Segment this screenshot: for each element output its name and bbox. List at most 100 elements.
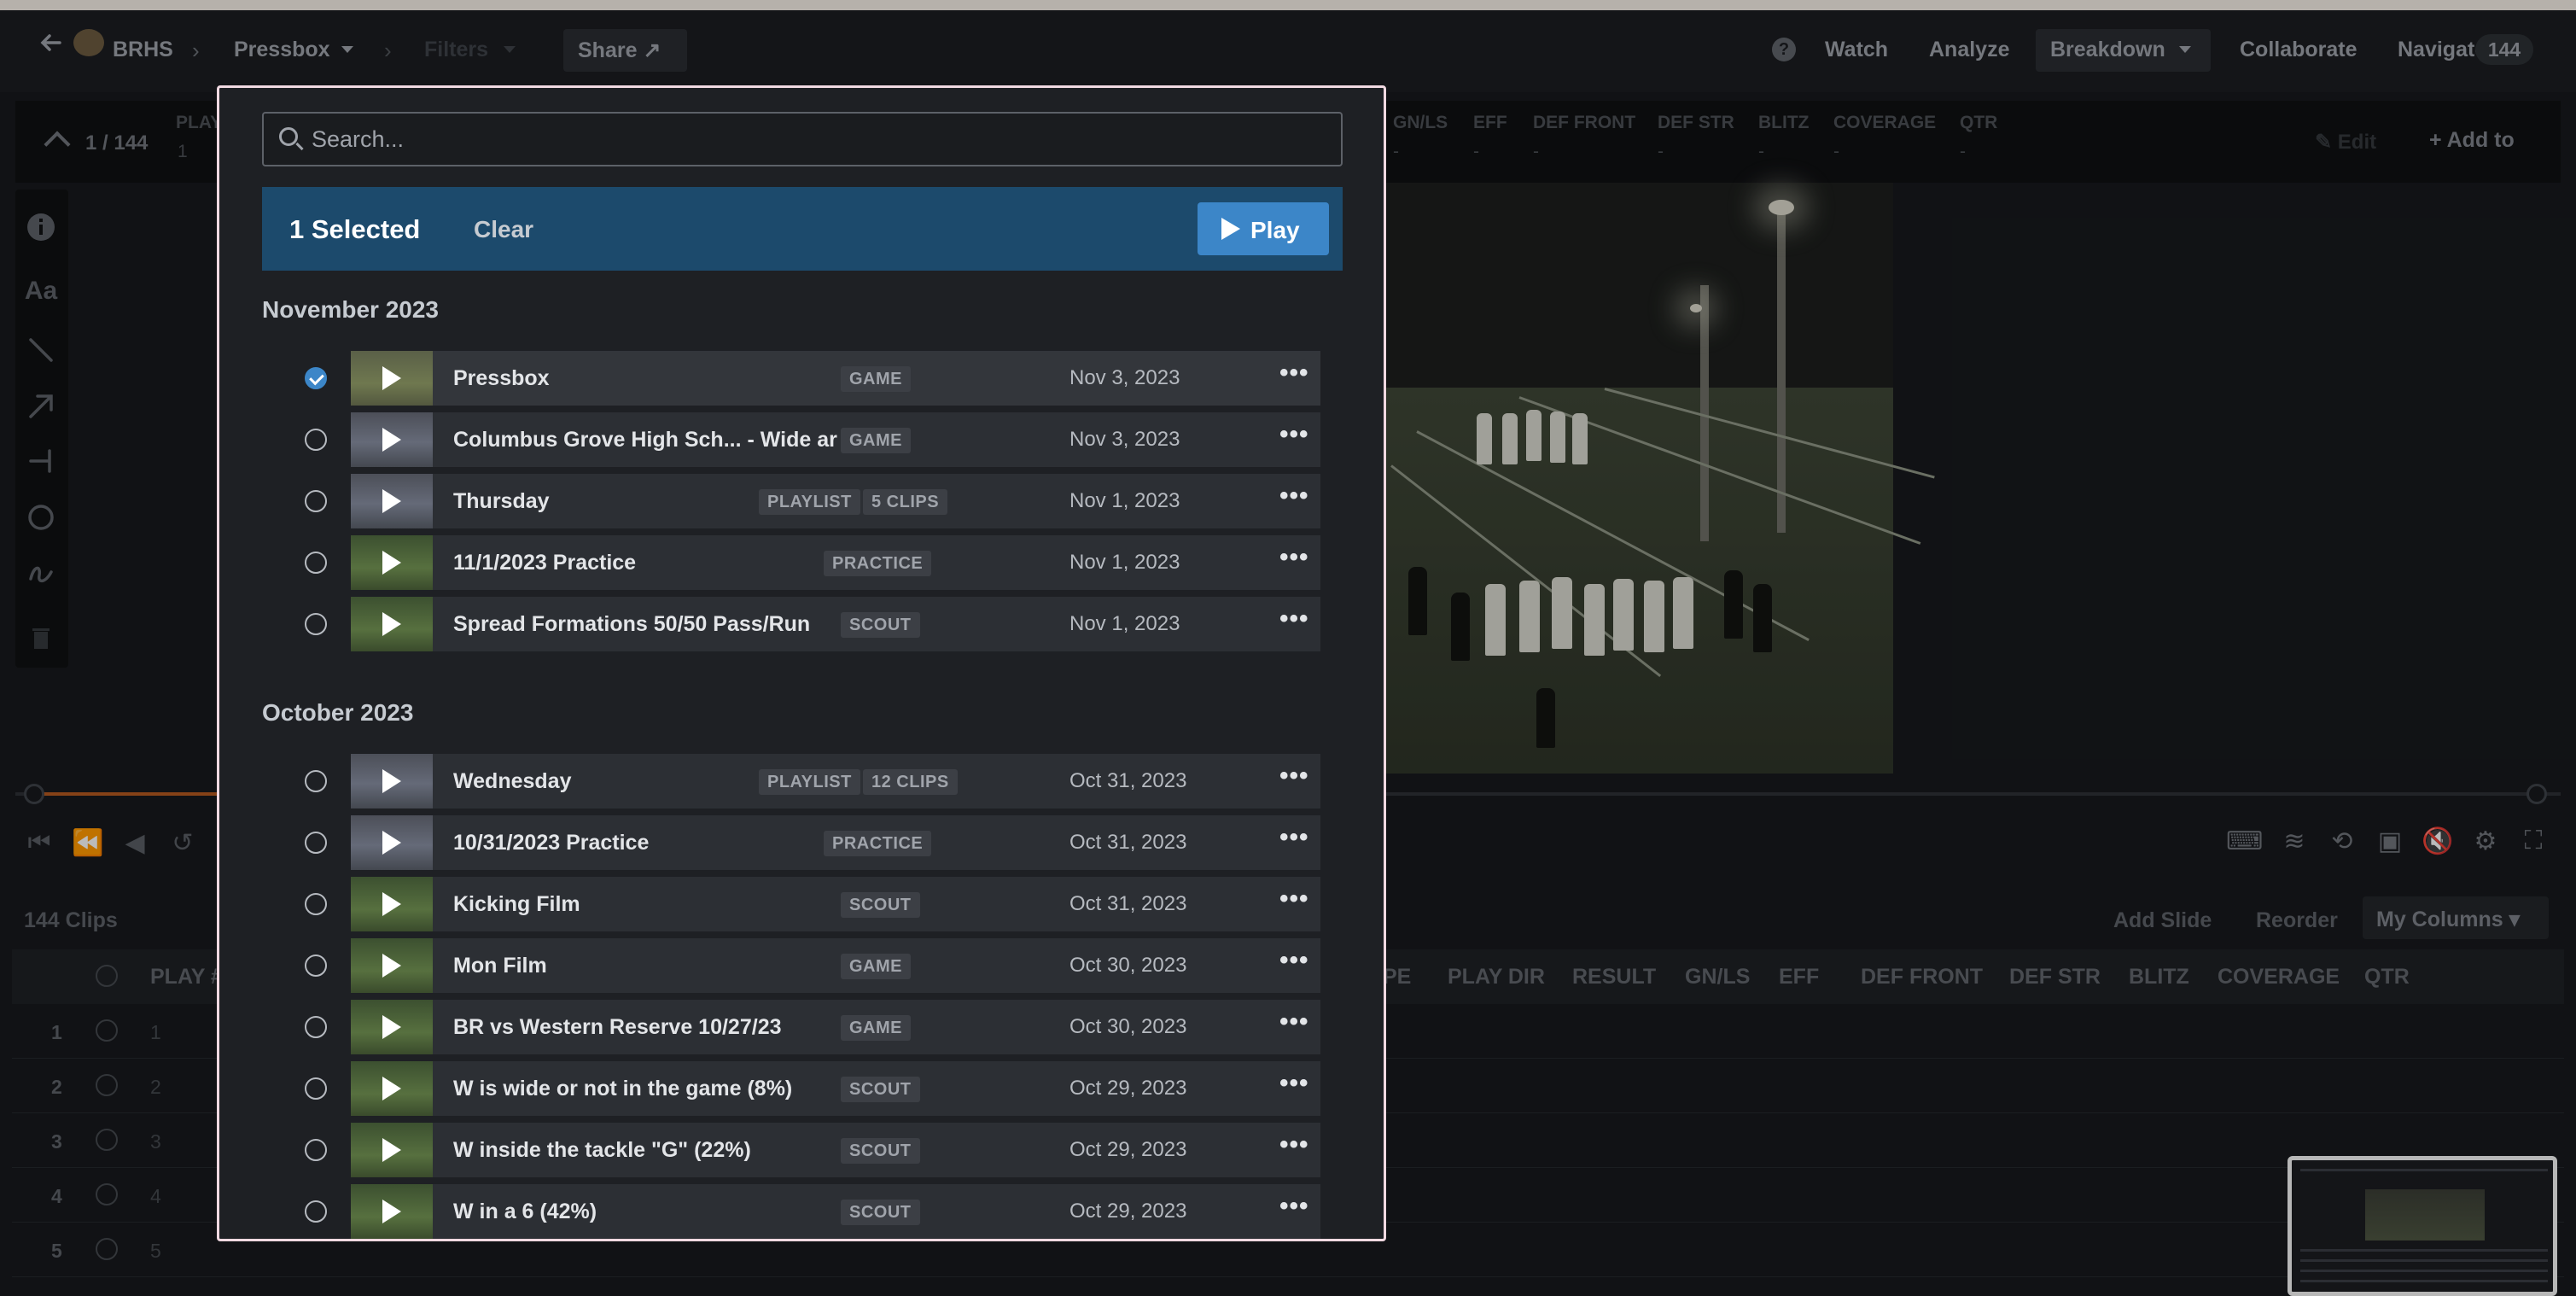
- type-badge: GAME: [841, 1015, 911, 1041]
- list-item[interactable]: Wednesday PLAYLIST 12 CLIPS Oct 31, 2023…: [262, 754, 1320, 809]
- item-checkbox[interactable]: [305, 613, 327, 635]
- film-thumbnail[interactable]: [351, 938, 433, 993]
- film-name: W inside the tackle "G" (22%): [453, 1138, 751, 1162]
- list-item[interactable]: W is wide or not in the game (8%) SCOUT …: [262, 1061, 1320, 1116]
- play-icon: [382, 831, 401, 855]
- film-thumbnail[interactable]: [351, 474, 433, 528]
- type-badge: PRACTICE: [824, 551, 932, 576]
- more-options-icon[interactable]: •••: [1279, 763, 1309, 789]
- item-checkbox[interactable]: [305, 429, 327, 451]
- type-badge: PLAYLIST: [759, 769, 860, 795]
- film-thumbnail[interactable]: [351, 1000, 433, 1054]
- month-header: October 2023: [262, 699, 414, 726]
- more-options-icon[interactable]: •••: [1279, 825, 1309, 850]
- item-checkbox[interactable]: [305, 770, 327, 792]
- play-icon: [382, 1015, 401, 1039]
- film-name: 11/1/2023 Practice: [453, 551, 637, 575]
- film-thumbnail[interactable]: [351, 351, 433, 406]
- more-options-icon[interactable]: •••: [1279, 1071, 1309, 1096]
- play-icon: [382, 1200, 401, 1223]
- list-item[interactable]: BR vs Western Reserve 10/27/23 GAME Oct …: [262, 1000, 1320, 1054]
- list-item[interactable]: Columbus Grove High Sch... - Wide ar GAM…: [262, 412, 1320, 467]
- clear-selection-button[interactable]: Clear: [474, 216, 533, 243]
- film-picker-modal: 1 Selected Clear Play November 2023 Pres…: [217, 85, 1386, 1241]
- film-date: Nov 3, 2023: [1069, 428, 1180, 451]
- list-item[interactable]: W in a 6 (42%) SCOUT Oct 29, 2023 •••: [262, 1184, 1320, 1239]
- film-thumbnail[interactable]: [351, 754, 433, 809]
- item-checkbox[interactable]: [305, 1016, 327, 1038]
- film-name: Columbus Grove High Sch... - Wide ar: [453, 428, 837, 452]
- film-date: Oct 31, 2023: [1069, 831, 1187, 854]
- film-name: Mon Film: [453, 954, 547, 978]
- clip-count-badge: 12 CLIPS: [863, 769, 958, 795]
- film-thumbnail[interactable]: [351, 412, 433, 467]
- list-item[interactable]: Thursday PLAYLIST 5 CLIPS Nov 1, 2023 ••…: [262, 474, 1320, 528]
- more-options-icon[interactable]: •••: [1279, 1132, 1309, 1158]
- play-selected-button[interactable]: Play: [1198, 202, 1329, 255]
- list-item[interactable]: Kicking Film SCOUT Oct 31, 2023 •••: [262, 877, 1320, 931]
- film-thumbnail[interactable]: [351, 1184, 433, 1239]
- film-thumbnail[interactable]: [351, 1061, 433, 1116]
- play-icon: [382, 489, 401, 513]
- item-checkbox[interactable]: [305, 1200, 327, 1223]
- more-options-icon[interactable]: •••: [1279, 545, 1309, 570]
- play-icon: [382, 892, 401, 916]
- film-thumbnail[interactable]: [351, 877, 433, 931]
- item-checkbox[interactable]: [305, 1077, 327, 1100]
- play-icon: [382, 551, 401, 575]
- item-checkbox[interactable]: [305, 490, 327, 512]
- play-icon: [382, 954, 401, 978]
- play-icon: [382, 366, 401, 390]
- item-checkbox[interactable]: [305, 552, 327, 574]
- more-options-icon[interactable]: •••: [1279, 360, 1309, 386]
- item-checkbox[interactable]: [305, 367, 327, 389]
- film-date: Nov 1, 2023: [1069, 612, 1180, 635]
- type-badge: GAME: [841, 366, 911, 392]
- search-icon: [279, 127, 298, 146]
- month-header: November 2023: [262, 296, 440, 323]
- selection-bar: 1 Selected Clear Play: [262, 187, 1343, 271]
- selected-count: 1 Selected: [289, 214, 421, 244]
- film-thumbnail[interactable]: [351, 535, 433, 590]
- list-item[interactable]: Mon Film GAME Oct 30, 2023 •••: [262, 938, 1320, 993]
- list-item[interactable]: W inside the tackle "G" (22%) SCOUT Oct …: [262, 1123, 1320, 1177]
- film-thumbnail[interactable]: [351, 815, 433, 870]
- film-thumbnail[interactable]: [351, 1123, 433, 1177]
- more-options-icon[interactable]: •••: [1279, 948, 1309, 973]
- film-name: 10/31/2023 Practice: [453, 831, 650, 855]
- more-options-icon[interactable]: •••: [1279, 1194, 1309, 1219]
- more-options-icon[interactable]: •••: [1279, 483, 1309, 509]
- more-options-icon[interactable]: •••: [1279, 886, 1309, 912]
- play-icon: [382, 1077, 401, 1100]
- film-date: Oct 30, 2023: [1069, 1015, 1187, 1038]
- film-thumbnail[interactable]: [351, 597, 433, 651]
- film-date: Oct 29, 2023: [1069, 1138, 1187, 1161]
- more-options-icon[interactable]: •••: [1279, 1009, 1309, 1035]
- type-badge: PLAYLIST: [759, 489, 860, 515]
- type-badge: SCOUT: [841, 612, 920, 638]
- film-date: Oct 30, 2023: [1069, 954, 1187, 977]
- clip-count-badge: 5 CLIPS: [863, 489, 948, 515]
- list-item[interactable]: Spread Formations 50/50 Pass/Run SCOUT N…: [262, 597, 1320, 651]
- item-checkbox[interactable]: [305, 832, 327, 854]
- play-icon: [382, 612, 401, 636]
- list-item[interactable]: 11/1/2023 Practice PRACTICE Nov 1, 2023 …: [262, 535, 1320, 590]
- search-input[interactable]: [312, 122, 1327, 156]
- more-options-icon[interactable]: •••: [1279, 606, 1309, 632]
- type-badge: SCOUT: [841, 892, 920, 918]
- type-badge: SCOUT: [841, 1138, 920, 1164]
- play-icon: [1221, 218, 1240, 240]
- list-item[interactable]: 10/31/2023 Practice PRACTICE Oct 31, 202…: [262, 815, 1320, 870]
- more-options-icon[interactable]: •••: [1279, 422, 1309, 447]
- film-date: Oct 31, 2023: [1069, 892, 1187, 915]
- item-checkbox[interactable]: [305, 954, 327, 977]
- list-item[interactable]: Pressbox GAME Nov 3, 2023 •••: [262, 351, 1320, 406]
- item-checkbox[interactable]: [305, 893, 327, 915]
- item-checkbox[interactable]: [305, 1139, 327, 1161]
- film-name: W in a 6 (42%): [453, 1200, 597, 1223]
- play-button-label: Play: [1250, 217, 1300, 243]
- film-name: Spread Formations 50/50 Pass/Run: [453, 612, 811, 636]
- film-date: Nov 1, 2023: [1069, 551, 1180, 574]
- search-box[interactable]: [262, 112, 1343, 166]
- film-name: Kicking Film: [453, 892, 580, 916]
